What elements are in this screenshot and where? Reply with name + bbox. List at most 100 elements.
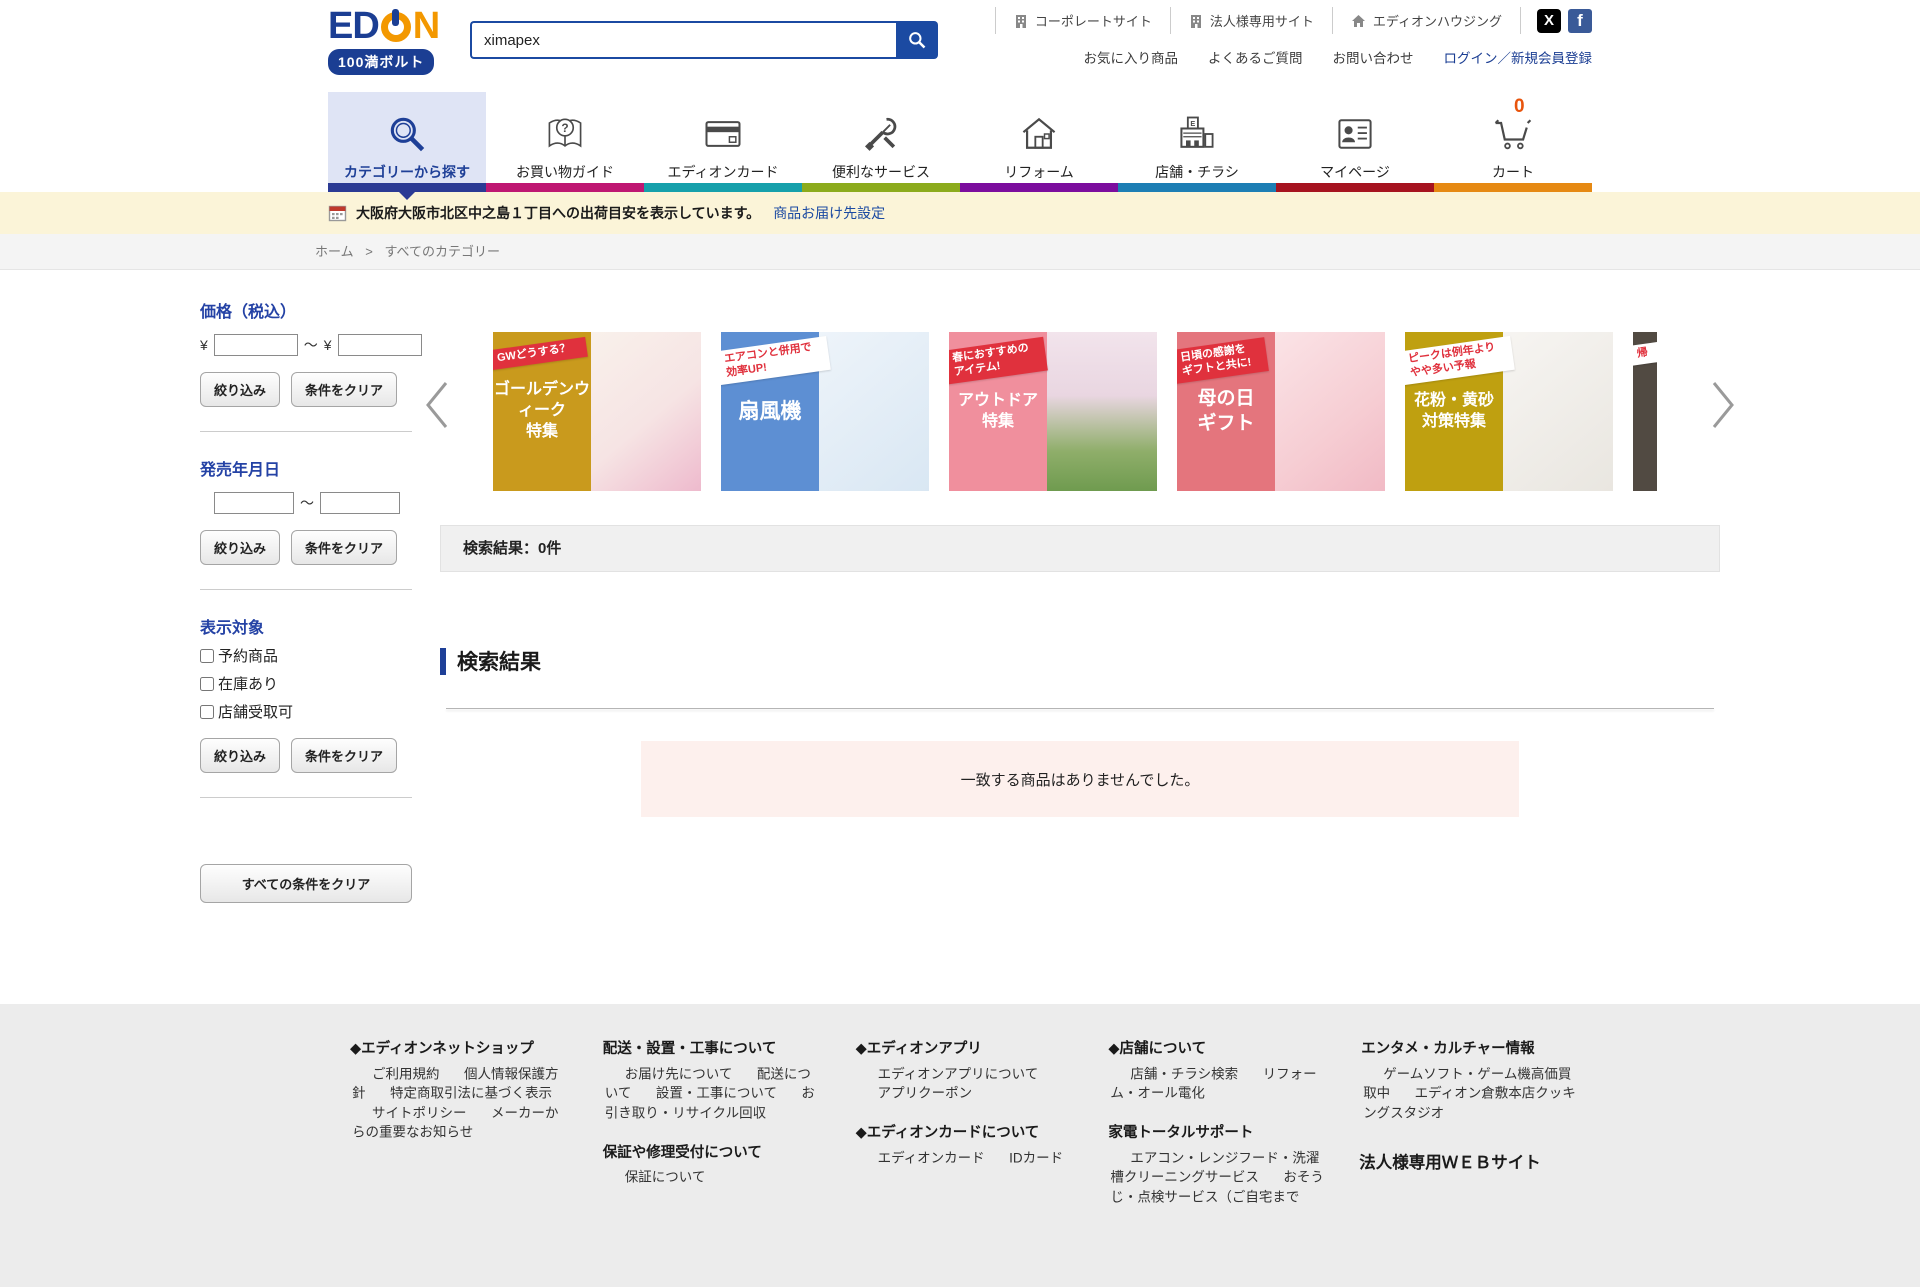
banner-photo [585, 332, 701, 491]
footer-col-netshop: ◆エディオンネットショップ ご利用規約 個人情報保護方針 特定商取引法に基づく表… [328, 1037, 581, 1207]
search-bar [470, 21, 938, 59]
price-filter-title: 価格（税込） [200, 298, 412, 322]
housing-link[interactable]: エディオンハウジング [1332, 7, 1521, 34]
shopping-guide-icon: ? [542, 104, 588, 156]
release-from-input[interactable] [214, 492, 294, 514]
footer-col-stores: ◆店舗について 店舗・チラシ検索 リフォーム・オール電化 家電トータルサポート … [1086, 1037, 1339, 1207]
nav-stores[interactable]: E 店舗・チラシ [1118, 92, 1276, 192]
footer-heading: ◆エディオンアプリ [856, 1037, 1073, 1058]
footer-col-app-card: ◆エディオンアプリ エディオンアプリについて アプリクーポン ◆エディオンカード… [834, 1037, 1087, 1207]
banner-partial[interactable]: 帰 [1633, 332, 1657, 491]
cart-icon: 0 [1490, 104, 1536, 156]
store-pickup-checkbox[interactable] [200, 705, 214, 719]
store-icon: E [1174, 104, 1220, 156]
price-filter-button[interactable]: 絞り込み [200, 372, 280, 407]
nav-mypage[interactable]: マイページ [1276, 92, 1434, 192]
search-icon [907, 30, 927, 50]
facebook-icon[interactable]: f [1568, 9, 1592, 33]
building-icon [1189, 14, 1203, 28]
target-clear-button[interactable]: 条件をクリア [291, 738, 397, 773]
footer-link[interactable]: エディオンカード [858, 1146, 985, 1170]
footer-business-site-heading[interactable]: 法人様専用ＷＥＢサイト [1359, 1149, 1578, 1173]
filter-sidebar: 価格（税込） ¥ ～ ¥ 絞り込み 条件をクリア 発売年月日 ～ 絞り込み 条件… [200, 270, 412, 903]
reserve-items-checkbox[interactable] [200, 649, 214, 663]
logo-sub-brand: 100満ボルト [328, 49, 434, 75]
delivery-notice-bar: 大阪府大阪市北区中之島１丁目への出荷目安を表示しています。 商品お届け先設定 [0, 192, 1920, 234]
footer-link[interactable]: 保証について [605, 1165, 706, 1189]
footer-heading: 配送・設置・工事について [603, 1037, 820, 1058]
search-input[interactable] [470, 21, 896, 59]
target-filter-button[interactable]: 絞り込み [200, 738, 280, 773]
top-links: コーポレートサイト 法人様専用サイト エディオンハウジング X f [995, 7, 1592, 34]
site-footer: ◆エディオンネットショップ ご利用規約 個人情報保護方針 特定商取引法に基づく表… [0, 1004, 1920, 1287]
search-button[interactable] [896, 21, 938, 59]
edion-logo[interactable]: ED N 100満ボルト [328, 7, 439, 75]
corporate-site-link[interactable]: コーポレートサイト [995, 7, 1170, 34]
banner-pollen[interactable]: 花粉・黄砂 対策特集 ピークは例年より やや多い予報 [1405, 332, 1613, 491]
release-filter-button[interactable]: 絞り込み [200, 530, 280, 565]
footer-link[interactable]: IDカード [989, 1146, 1063, 1170]
footer-link[interactable]: エディオン倉敷本店クッキングスタジオ [1363, 1081, 1576, 1125]
nav-edion-card[interactable]: エディオンカード [644, 92, 802, 192]
carousel-prev-button[interactable] [424, 380, 450, 430]
banner-photo [1497, 332, 1613, 491]
svg-text:E: E [1190, 119, 1195, 128]
logo-text-n: N [413, 7, 439, 45]
footer-heading: 保証や修理受付について [603, 1141, 820, 1162]
release-clear-button[interactable]: 条件をクリア [291, 530, 397, 565]
search-results-content: ゴールデンウィーク 特集 GWどうする？ 扇風機 エアコンと併用で 効率UP! … [440, 270, 1720, 817]
nav-shopping-guide[interactable]: ? お買い物ガイド [486, 92, 644, 192]
main-nav: カテゴリーから探す ? お買い物ガイド エディオンカード 便利なサービス [0, 92, 1920, 192]
checkbox-in-stock[interactable]: 在庫あり [200, 673, 412, 694]
banner-fans[interactable]: 扇風機 エアコンと併用で 効率UP! [721, 332, 929, 491]
house-reform-icon [1016, 104, 1062, 156]
breadcrumb: ホーム > すべてのカテゴリー [0, 234, 1920, 270]
footer-col-delivery: 配送・設置・工事について お届け先について 配送について 設置・工事について お… [581, 1037, 834, 1207]
banner-golden-week[interactable]: ゴールデンウィーク 特集 GWどうする？ [493, 332, 701, 491]
building-icon [1014, 14, 1028, 28]
banner-photo [813, 332, 929, 491]
checkbox-store-pickup[interactable]: 店舗受取可 [200, 701, 412, 722]
banner-mothers-day[interactable]: 母の日 ギフト 日頃の感謝を ギフトと共に! [1177, 332, 1385, 491]
checkbox-reserve-items[interactable]: 予約商品 [200, 645, 412, 666]
breadcrumb-current: すべてのカテゴリー [384, 244, 500, 259]
contact-link[interactable]: お問い合わせ [1333, 47, 1414, 67]
footer-heading: エンタメ・カルチャー情報 [1361, 1037, 1578, 1058]
price-max-input[interactable] [338, 334, 422, 356]
clear-all-filters-button[interactable]: すべての条件をクリア [200, 864, 412, 903]
banner-photo [1269, 332, 1385, 491]
release-to-input[interactable] [320, 492, 400, 514]
site-header: ED N 100満ボルト コーポレートサイト [0, 0, 1920, 92]
breadcrumb-home-link[interactable]: ホーム [315, 244, 354, 259]
login-register-link[interactable]: ログイン／新規会員登録 [1444, 47, 1593, 67]
nav-reform[interactable]: リフォーム [960, 92, 1118, 192]
footer-col-entertainment: エンタメ・カルチャー情報 ゲームソフト・ゲーム機高価買取中 エディオン倉敷本店ク… [1339, 1037, 1592, 1207]
power-button-icon [381, 12, 411, 42]
faq-link[interactable]: よくあるご質問 [1208, 47, 1303, 67]
promo-carousel: ゴールデンウィーク 特集 GWどうする？ 扇風機 エアコンと併用で 効率UP! … [440, 332, 1720, 491]
banner-outdoor[interactable]: アウトドア 特集 春におすすめの アイテム! [949, 332, 1157, 491]
social-icons: X f [1537, 9, 1592, 33]
housing-label: エディオンハウジング [1373, 11, 1502, 30]
business-site-label: 法人様専用サイト [1210, 11, 1314, 30]
in-stock-checkbox[interactable] [200, 677, 214, 691]
release-date-filter-title: 発売年月日 [200, 456, 412, 480]
footer-link[interactable]: アプリクーポン [858, 1081, 973, 1105]
nav-services[interactable]: 便利なサービス [802, 92, 960, 192]
price-min-input[interactable] [214, 334, 298, 356]
delivery-calendar-icon [328, 204, 347, 222]
price-clear-button[interactable]: 条件をクリア [291, 372, 397, 407]
delivery-address-setting-link[interactable]: 商品お届け先設定 [773, 203, 885, 223]
tools-icon [858, 104, 904, 156]
target-filter-title: 表示対象 [200, 614, 412, 638]
logo-text-ed: ED [328, 7, 379, 45]
business-site-link[interactable]: 法人様専用サイト [1170, 7, 1332, 34]
carousel-next-button[interactable] [1710, 380, 1736, 430]
edion-logo-word: ED N [328, 7, 439, 45]
cart-count-badge: 0 [1514, 96, 1525, 118]
nav-category-search[interactable]: カテゴリーから探す [328, 92, 486, 192]
x-twitter-icon[interactable]: X [1537, 9, 1561, 33]
favorites-link[interactable]: お気に入り商品 [1084, 47, 1179, 67]
nav-cart[interactable]: 0 カート [1434, 92, 1592, 192]
category-search-icon [385, 104, 429, 156]
